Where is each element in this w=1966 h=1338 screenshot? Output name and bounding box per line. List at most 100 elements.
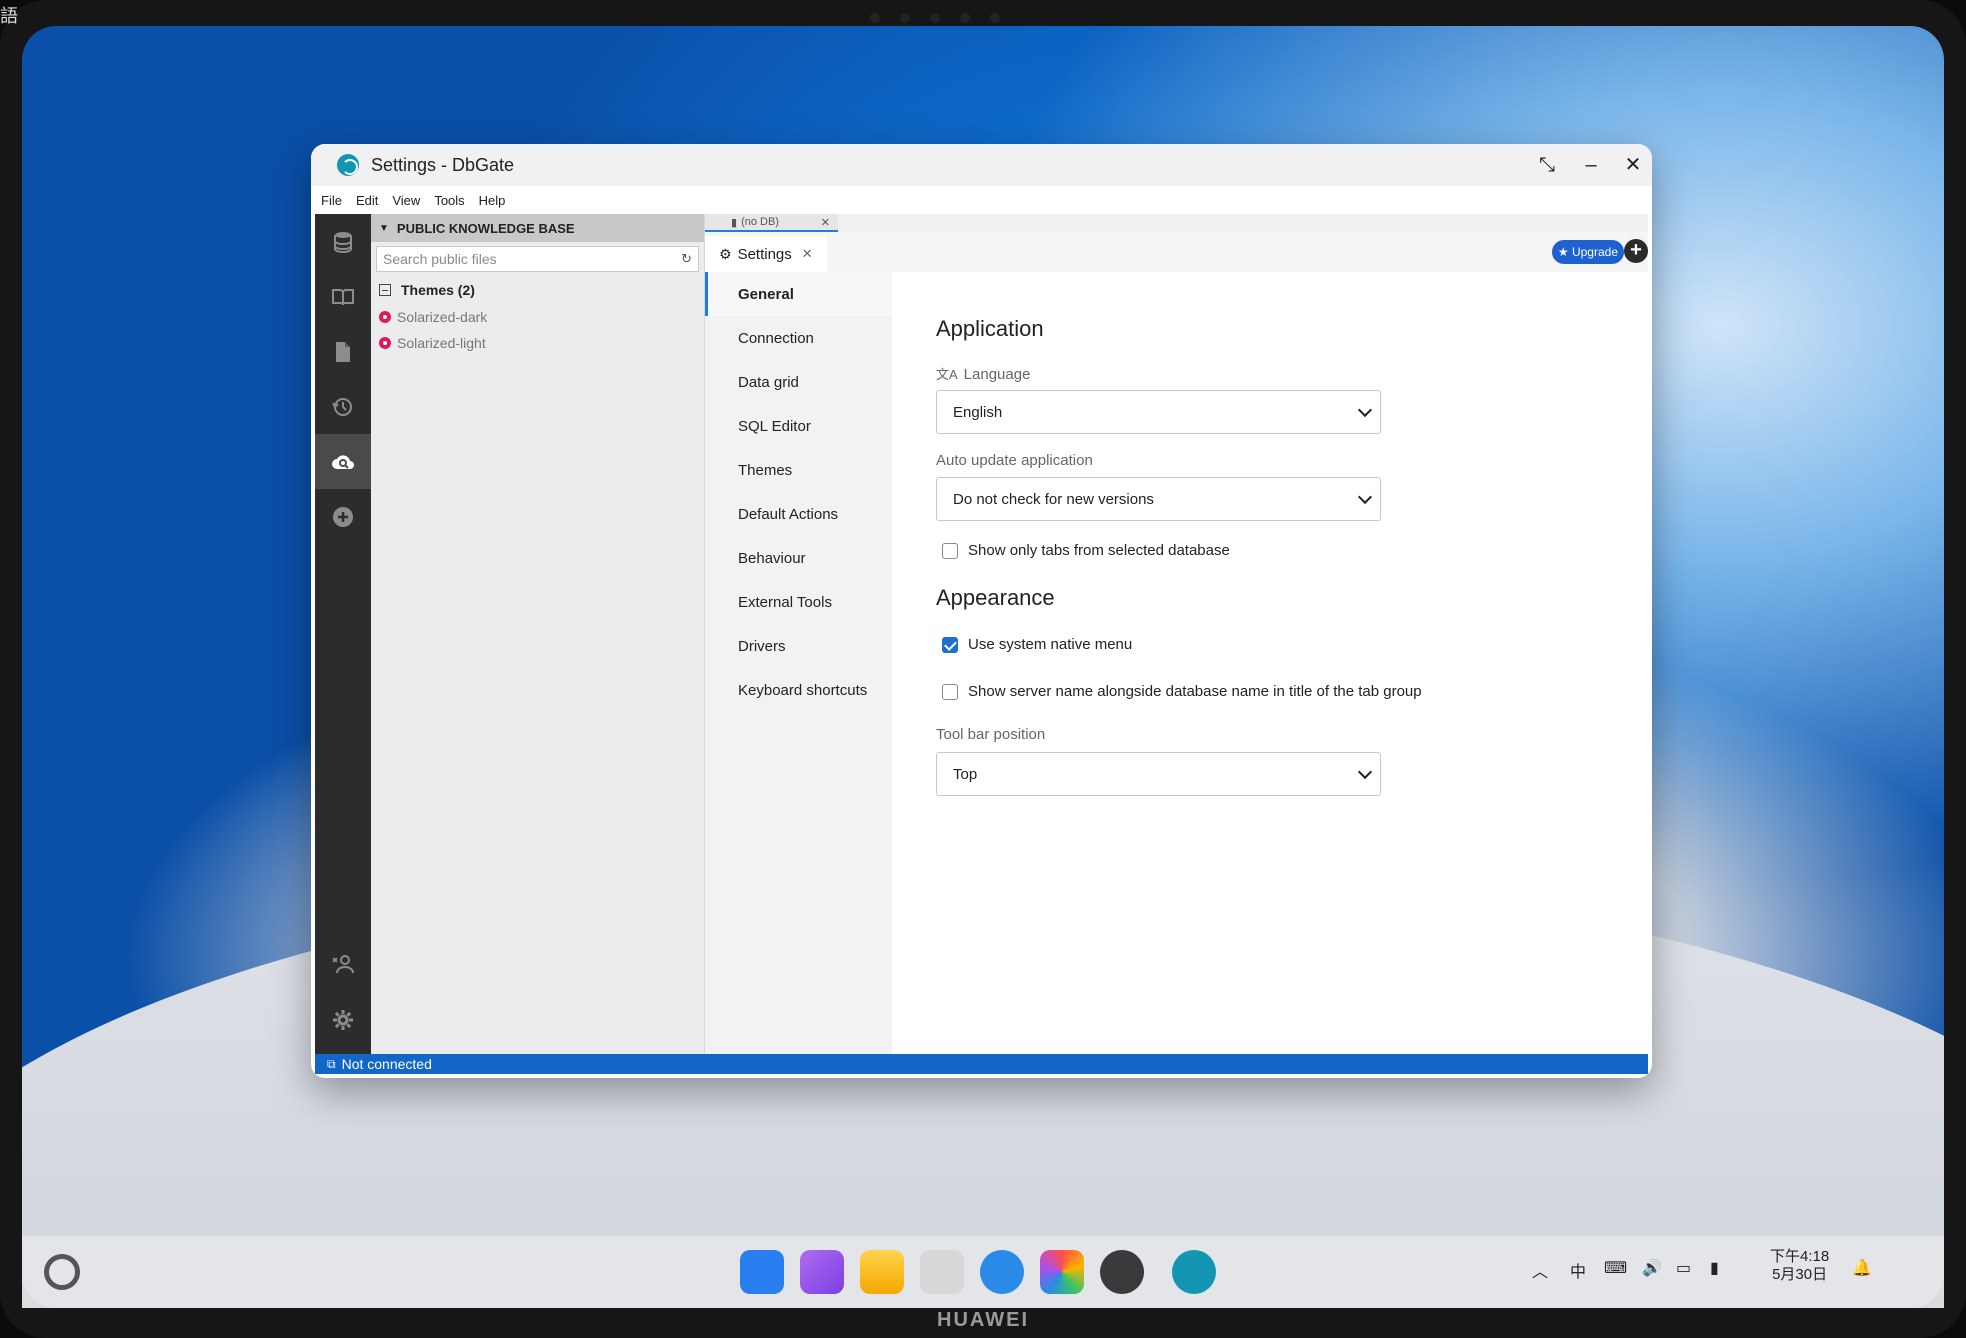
- nav-external-tools[interactable]: External Tools: [705, 580, 892, 624]
- gear-icon: ⚙: [719, 245, 732, 262]
- home-circle-icon[interactable]: [44, 1254, 80, 1290]
- app-window: Settings - DbGate ⤡ – ✕ File Edit View T…: [311, 144, 1652, 1078]
- nav-default-actions[interactable]: Default Actions: [705, 492, 892, 536]
- chevron-up-icon[interactable]: ︿: [1532, 1258, 1548, 1282]
- restore-icon[interactable]: ⤡: [1532, 152, 1562, 178]
- volume-icon[interactable]: 🔊: [1642, 1258, 1662, 1278]
- taskbar: ︿ 中 ⌨ 🔊 ▭ ▮ 下午4:18 5月30日 🔔: [22, 1236, 1944, 1308]
- cloud-search-icon[interactable]: [315, 434, 371, 489]
- refresh-icon[interactable]: ↻: [681, 251, 692, 267]
- title-bar: Settings - DbGate ⤡ – ✕: [311, 144, 1652, 186]
- theme-icon: [379, 311, 391, 323]
- appearance-heading: Appearance: [936, 585, 1055, 610]
- chevron-down-icon: ▼: [379, 222, 389, 234]
- dbgate-app-icon[interactable]: [1172, 1250, 1216, 1294]
- settings-form: Application 文A Language English Auto upda…: [892, 272, 1648, 1054]
- collapse-icon[interactable]: [379, 284, 391, 296]
- browser-icon[interactable]: [980, 1250, 1024, 1294]
- panel-header-label: PUBLIC KNOWLEDGE BASE: [396, 220, 575, 236]
- database-icon[interactable]: [315, 214, 371, 269]
- show-tabs-checkbox[interactable]: Show only tabs from selected database: [942, 542, 1230, 559]
- window-title: Settings - DbGate: [371, 154, 515, 175]
- menu-help[interactable]: Help: [479, 193, 506, 208]
- main-area: ▮ (no DB) ✕ ⚙ Settings ✕ ★ Upgrade + Gen…: [705, 214, 1648, 1054]
- status-bar: ⧉ Not connected: [315, 1054, 1648, 1074]
- theme-icon: [379, 337, 391, 349]
- checkbox-unchecked[interactable]: [942, 542, 958, 559]
- camera-bar: [805, 8, 1065, 28]
- nav-behaviour[interactable]: Behaviour: [705, 536, 892, 580]
- trash-icon[interactable]: [920, 1250, 964, 1294]
- chevron-down-icon: [1357, 402, 1373, 418]
- app-content: ▼ PUBLIC KNOWLEDGE BASE Search public fi…: [315, 214, 1648, 1054]
- close-tab-icon[interactable]: ✕: [821, 216, 830, 229]
- checkbox-checked[interactable]: [942, 636, 958, 653]
- toolbar-position-select[interactable]: Top: [936, 752, 1381, 796]
- native-menu-checkbox[interactable]: Use system native menu: [942, 636, 1132, 653]
- time-text: 下午4:18: [1770, 1248, 1830, 1265]
- activity-bar: [315, 214, 371, 1054]
- tab-settings[interactable]: ⚙ Settings ✕: [705, 236, 827, 272]
- db-tab-bar: ▮ (no DB) ✕: [705, 214, 1648, 232]
- multitask-icon[interactable]: [800, 1250, 844, 1294]
- nav-data-grid[interactable]: Data grid: [705, 360, 892, 404]
- tab-bar: ⚙ Settings ✕ ★ Upgrade +: [705, 232, 1648, 272]
- show-tabs-label: Show only tabs from selected database: [968, 542, 1230, 559]
- chevron-down-icon: [1357, 489, 1373, 505]
- file-icon[interactable]: [315, 324, 371, 379]
- menu-bar: File Edit View Tools Help: [311, 186, 1652, 214]
- nav-keyboard-shortcuts[interactable]: Keyboard shortcuts: [705, 668, 892, 712]
- tree-item-label: Solarized-light: [397, 335, 486, 351]
- display-icon[interactable]: ▭: [1676, 1258, 1691, 1278]
- book-icon[interactable]: [315, 269, 371, 324]
- nav-themes[interactable]: Themes: [705, 448, 892, 492]
- minimize-icon[interactable]: –: [1576, 152, 1606, 178]
- menu-tools[interactable]: Tools: [434, 193, 464, 208]
- server-name-label: Show server name alongside database name…: [968, 683, 1422, 700]
- files-icon[interactable]: [860, 1250, 904, 1294]
- nav-connection[interactable]: Connection: [705, 316, 892, 360]
- dbgate-logo-icon: [337, 154, 359, 176]
- close-icon[interactable]: ✕: [1618, 152, 1648, 178]
- add-icon[interactable]: +: [1624, 239, 1648, 263]
- network-icon: ⧉: [327, 1056, 336, 1071]
- nav-general[interactable]: General: [705, 272, 892, 316]
- auto-update-value: Do not check for new versions: [953, 490, 1154, 508]
- language-select[interactable]: English: [936, 390, 1381, 434]
- close-tab-icon[interactable]: ✕: [802, 246, 813, 262]
- clock[interactable]: 下午4:18 5月30日: [1770, 1248, 1829, 1284]
- upgrade-button[interactable]: ★ Upgrade: [1551, 240, 1624, 264]
- plus-circle-icon[interactable]: [315, 489, 371, 544]
- toolbar-position-label: Tool bar position: [936, 726, 1046, 743]
- nav-sql-editor[interactable]: SQL Editor: [705, 404, 892, 448]
- menu-edit[interactable]: Edit: [356, 193, 378, 208]
- connection-status: Not connected: [341, 1056, 432, 1072]
- device-brand: HUAWEI: [937, 1309, 1029, 1331]
- language-value: English: [953, 403, 1003, 421]
- checkbox-unchecked[interactable]: [942, 683, 958, 700]
- tree-item-solarized-light[interactable]: Solarized-light: [371, 330, 704, 356]
- bell-icon[interactable]: 🔔: [1852, 1258, 1872, 1278]
- menu-file[interactable]: File: [321, 193, 342, 208]
- tree-item-solarized-dark[interactable]: Solarized-dark: [371, 304, 704, 330]
- keyboard-icon[interactable]: ⌨: [1604, 1258, 1627, 1278]
- ime-indicator[interactable]: 中: [1570, 1258, 1586, 1282]
- history-icon[interactable]: [315, 379, 371, 434]
- settings-icon[interactable]: [1100, 1250, 1144, 1294]
- user-icon[interactable]: [315, 936, 371, 991]
- auto-update-select[interactable]: Do not check for new versions: [936, 477, 1381, 521]
- tab-settings-label: Settings: [737, 245, 792, 263]
- nav-drivers[interactable]: Drivers: [705, 624, 892, 668]
- tab-no-db[interactable]: ▮ (no DB) ✕: [705, 214, 838, 232]
- app-grid-icon[interactable]: [740, 1250, 784, 1294]
- menu-view[interactable]: View: [392, 193, 420, 208]
- search-placeholder: Search public files: [383, 251, 497, 267]
- corner-text: 語: [0, 6, 18, 26]
- settings-gear-icon[interactable]: [315, 992, 371, 1047]
- panel-header[interactable]: ▼ PUBLIC KNOWLEDGE BASE: [371, 214, 704, 242]
- file-small-icon: ▮: [731, 216, 738, 229]
- search-input[interactable]: Search public files ↻: [376, 246, 699, 272]
- server-name-checkbox[interactable]: Show server name alongside database name…: [942, 683, 1422, 700]
- tree-group-themes[interactable]: Themes (2): [371, 276, 704, 304]
- gallery-icon[interactable]: [1040, 1250, 1084, 1294]
